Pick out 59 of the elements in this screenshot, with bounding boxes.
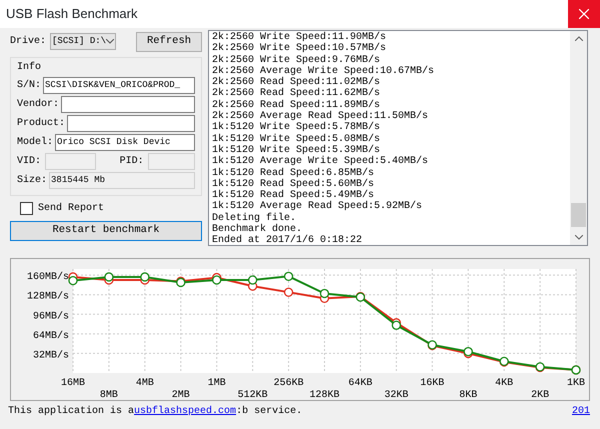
x-axis-label: 1KB [567,378,585,389]
x-axis-label: 2MB [172,390,190,400]
x-axis-label: 8KB [459,390,478,400]
close-icon [579,9,589,19]
point [212,275,222,285]
point [392,320,402,330]
point [68,276,78,286]
x-axis-label: 64KB [348,378,372,389]
x-axis-label: 4KB [495,378,514,389]
x-axis-label: 256KB [274,378,304,389]
field-label: Drive: [10,34,46,50]
y-axis-label: 32MB/s [32,350,69,362]
scrollbar-thumb[interactable] [571,203,586,227]
field-label: PID: [120,154,144,169]
window-title: USB Flash Benchmark [6,5,138,24]
point [320,288,330,298]
point [140,272,150,282]
x-axis-label: 128KB [310,390,340,400]
y-axis-label: 64MB/s [32,330,69,342]
x-axis-label: 16MB [61,378,85,389]
checkbox[interactable] [20,202,33,215]
drive-dropdown[interactable]: [SCSI] D:\ [50,33,116,50]
y-axis-label: 128MB/s [26,292,69,303]
y-axis-label: 160MB/s [26,272,69,284]
field-label: Product: [17,116,66,131]
close-button[interactable] [568,0,600,28]
link[interactable]: 201 [572,404,590,419]
point [284,288,294,297]
text-field[interactable] [61,96,195,113]
text-field[interactable]: SCSI\DISK&VEN_ORICO&PROD_ [43,76,195,94]
point [248,275,258,285]
point [104,272,114,282]
field-label: VID: [17,154,42,169]
field-label: Model: [17,136,54,150]
x-axis-label: 32KB [384,390,408,400]
caret-icon [106,39,114,44]
y-axis-label: 96MB/s [32,311,69,322]
text-field[interactable] [67,114,195,132]
link[interactable]: usbflashspeed.com [134,406,236,417]
x-axis-label: 16KB [420,378,444,389]
x-axis-label: 2KB [531,390,550,400]
x-axis-label: 512KB [238,390,268,400]
text-field[interactable]: Orico SCSI Disk Devic [55,134,195,151]
log-text: 2k:2560 Write Speed:11.90MB/s 2k:2560 Write Speed:10.57MB/s 2k:2560 Write Speed:9.76MB/s 2k:2560 Average Write Speed:10.67MB/s 2k:2560 Read Speed:11.02MB/s 2k:2560 Read Speed:11.62MB/s 2k:2560 Read Speed:11.89MB/s 2k:2560 Average Read Speed:11.50MB/s 1k:5120 Write Speed:5.78MB/s 1k:5120 Write Speed:5.08MB/s 1k:5120 Write Speed:5.39MB/s 1k:5120 Average Write Speed:5.40MB/s 1k:5120 Read Speed:6.85MB/s 1k:5120 Read Speed:5.60MB/s 1k:5120 Read Speed:5.49MB/s 1k:5120 Average Read Speed:5.92MB/s Deleting file. Benchmark done. Ended at 2017/1/6 0:18:22 [211,31,436,245]
refresh-button[interactable]: Refresh [136,32,202,52]
scrollbar[interactable] [570,31,587,245]
field-label: Vendor: [17,98,60,112]
group-title: Info [17,60,42,75]
restart-button[interactable]: Restart benchmark [10,220,202,240]
footer-text: This application is a [8,406,134,417]
x-axis-label: 1MB [208,378,226,389]
point [284,272,294,281]
text-field[interactable]: 3815445 Mb [49,172,195,189]
x-axis-label: 8MB [100,390,118,400]
field-label: Size: [17,174,48,188]
footer-text: :b service. [236,406,302,417]
field-label: S/N: [17,78,42,93]
checkbox-label: Send Report [38,202,104,216]
x-axis-label: 4MB [136,378,154,389]
